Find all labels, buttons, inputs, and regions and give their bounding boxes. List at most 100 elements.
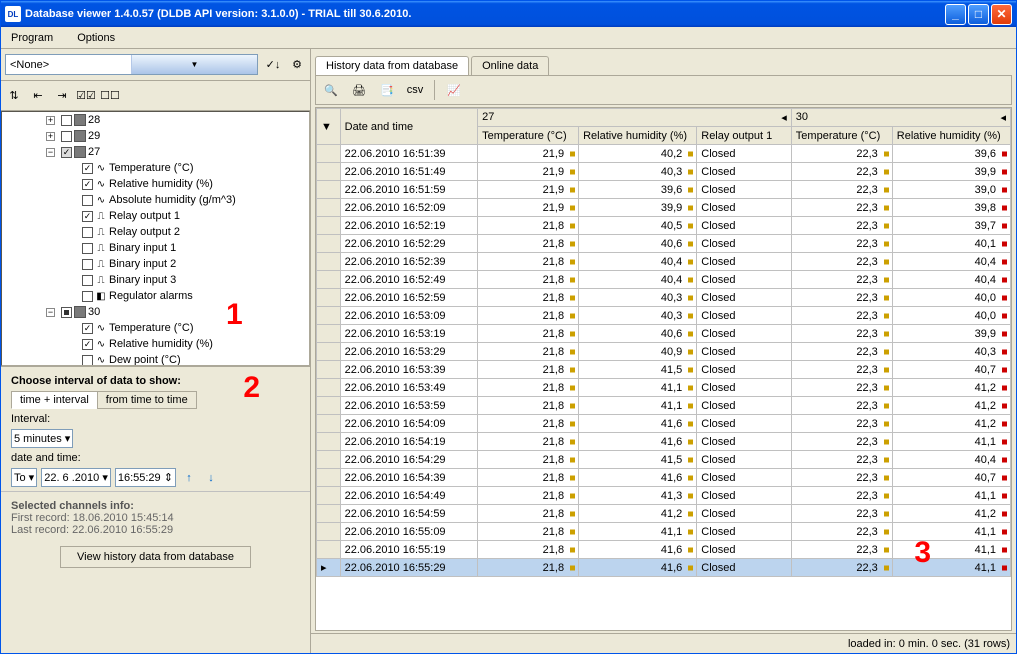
table-row[interactable]: 22.06.2010 16:52:39 21,8 40,4 Closed 22,…: [317, 253, 1011, 271]
table-row[interactable]: 22.06.2010 16:53:39 21,8 41,5 Closed 22,…: [317, 361, 1011, 379]
table-row[interactable]: 22.06.2010 16:54:49 21,8 41,3 Closed 22,…: [317, 487, 1011, 505]
zoom-icon[interactable]: 🔍: [322, 81, 340, 99]
check-27-ro2[interactable]: [82, 227, 93, 238]
minimize-button[interactable]: _: [945, 4, 966, 25]
export-csv-icon[interactable]: csv: [406, 81, 424, 99]
check-30[interactable]: [61, 307, 72, 318]
table-row[interactable]: 22.06.2010 16:54:19 21,8 41,6 Closed 22,…: [317, 433, 1011, 451]
table-row[interactable]: 22.06.2010 16:52:19 21,8 40,5 Closed 22,…: [317, 217, 1011, 235]
table-row[interactable]: 22.06.2010 16:55:19 21,8 41,6 Closed 22,…: [317, 541, 1011, 559]
expand-all-icon[interactable]: ⇅: [5, 87, 23, 105]
check-27-bi2[interactable]: [82, 259, 93, 270]
expand-icon[interactable]: ⇥: [53, 87, 71, 105]
tree-27-bi1[interactable]: Binary input 1: [109, 242, 176, 254]
tree-27-bi3[interactable]: Binary input 3: [109, 274, 176, 286]
table-row[interactable]: 22.06.2010 16:54:09 21,8 41,6 Closed 22,…: [317, 415, 1011, 433]
table-row[interactable]: 22.06.2010 16:52:29 21,8 40,6 Closed 22,…: [317, 235, 1011, 253]
interval-select[interactable]: 5 minutes ▾: [11, 429, 73, 448]
table-row[interactable]: 22.06.2010 16:55:09 21,8 41,1 Closed 22,…: [317, 523, 1011, 541]
tree-node-27[interactable]: 27: [88, 146, 100, 158]
check-30-dp[interactable]: [82, 355, 93, 366]
check-27-temp[interactable]: [82, 163, 93, 174]
table-row[interactable]: 22.06.2010 16:52:49 21,8 40,4 Closed 22,…: [317, 271, 1011, 289]
check-27-rh[interactable]: [82, 179, 93, 190]
col-30-rh[interactable]: Relative humidity (%): [892, 127, 1010, 145]
print-icon[interactable]: 🖨: [350, 81, 368, 99]
tree-30-temp[interactable]: Temperature (°C): [109, 322, 193, 334]
table-row[interactable]: 22.06.2010 16:54:59 21,8 41,2 Closed 22,…: [317, 505, 1011, 523]
check-30-temp[interactable]: [82, 323, 93, 334]
tab-time-interval[interactable]: time + interval: [11, 391, 98, 409]
collapse-icon[interactable]: ⇤: [29, 87, 47, 105]
table-row[interactable]: 22.06.2010 16:53:29 21,8 40,9 Closed 22,…: [317, 343, 1011, 361]
row-header[interactable]: [317, 145, 341, 163]
check-27-ra[interactable]: [82, 291, 93, 302]
table-row[interactable]: 22.06.2010 16:51:59 21,9 39,6 Closed 22,…: [317, 181, 1011, 199]
table-row[interactable]: 22.06.2010 16:51:39 21,9 40,2 Closed 22,…: [317, 145, 1011, 163]
down-arrow-icon[interactable]: ↓: [202, 469, 220, 487]
tree-27-rh[interactable]: Relative humidity (%): [109, 178, 213, 190]
date-picker[interactable]: 22. 6 .2010 ▾: [41, 468, 111, 487]
tree-27-bi2[interactable]: Binary input 2: [109, 258, 176, 270]
tab-history-data[interactable]: History data from database: [315, 56, 469, 75]
titlebar[interactable]: DL Database viewer 1.4.0.57 (DLDB API ve…: [1, 1, 1016, 27]
expand-node-28[interactable]: +: [46, 116, 55, 125]
expand-node-29[interactable]: +: [46, 132, 55, 141]
export-xls-icon[interactable]: 📑: [378, 81, 396, 99]
col-27-ro[interactable]: Relay output 1: [697, 127, 792, 145]
tab-from-to[interactable]: from time to time: [97, 391, 197, 409]
menu-program[interactable]: Program: [5, 30, 59, 46]
tree-27-ah[interactable]: Absolute humidity (g/m^3): [109, 194, 236, 206]
table-row[interactable]: 22.06.2010 16:53:19 21,8 40,6 Closed 22,…: [317, 325, 1011, 343]
row-header[interactable]: [317, 469, 341, 487]
tree-node-30[interactable]: 30: [88, 306, 100, 318]
uncheck-all-icon[interactable]: ☐☐: [101, 87, 119, 105]
data-grid[interactable]: ▼ Date and time 27◂ 30◂ Temperature (°C)…: [315, 107, 1012, 631]
tree-27-temp[interactable]: Temperature (°C): [109, 162, 193, 174]
row-header[interactable]: [317, 217, 341, 235]
direction-select[interactable]: To ▾: [11, 468, 37, 487]
row-header[interactable]: [317, 397, 341, 415]
check-all-icon[interactable]: ☑☑: [77, 87, 95, 105]
device-tree[interactable]: +28 +29 −27 ∿Temperature (°C) ∿Relative …: [1, 111, 310, 366]
chart-icon[interactable]: 📈: [445, 81, 463, 99]
filter-combo[interactable]: <None> ▼: [5, 54, 258, 75]
table-row[interactable]: 22.06.2010 16:52:59 21,8 40,3 Closed 22,…: [317, 289, 1011, 307]
tree-27-ro1[interactable]: Relay output 1: [109, 210, 180, 222]
tree-30-rh[interactable]: Relative humidity (%): [109, 338, 213, 350]
view-history-button[interactable]: View history data from database: [60, 546, 251, 568]
check-29[interactable]: [61, 131, 72, 142]
row-header[interactable]: [317, 253, 341, 271]
row-selector-header[interactable]: ▼: [317, 109, 341, 145]
collapse-node-30[interactable]: −: [46, 308, 55, 317]
row-header[interactable]: [317, 433, 341, 451]
row-header[interactable]: [317, 541, 341, 559]
row-header[interactable]: [317, 343, 341, 361]
close-button[interactable]: ✕: [991, 4, 1012, 25]
table-row[interactable]: 22.06.2010 16:52:09 21,9 39,9 Closed 22,…: [317, 199, 1011, 217]
row-header[interactable]: [317, 199, 341, 217]
row-header[interactable]: [317, 505, 341, 523]
menu-options[interactable]: Options: [71, 30, 121, 46]
col-30-temp[interactable]: Temperature (°C): [791, 127, 892, 145]
up-arrow-icon[interactable]: ↑: [180, 469, 198, 487]
col-group-27[interactable]: 27◂: [478, 109, 792, 127]
check-27-ro1[interactable]: [82, 211, 93, 222]
table-row[interactable]: 22.06.2010 16:53:59 21,8 41,1 Closed 22,…: [317, 397, 1011, 415]
check-28[interactable]: [61, 115, 72, 126]
tree-node-28[interactable]: 28: [88, 114, 100, 126]
table-row[interactable]: 22.06.2010 16:54:39 21,8 41,6 Closed 22,…: [317, 469, 1011, 487]
table-row[interactable]: 22.06.2010 16:53:09 21,8 40,3 Closed 22,…: [317, 307, 1011, 325]
row-header[interactable]: ▸: [317, 559, 341, 577]
chevron-down-icon[interactable]: ▼: [131, 55, 257, 74]
collapse-node-27[interactable]: −: [46, 148, 55, 157]
tab-online-data[interactable]: Online data: [471, 56, 549, 75]
col-group-30[interactable]: 30◂: [791, 109, 1010, 127]
row-header[interactable]: [317, 307, 341, 325]
check-27[interactable]: [61, 147, 72, 158]
row-header[interactable]: [317, 181, 341, 199]
col-datetime[interactable]: Date and time: [340, 109, 478, 145]
table-row[interactable]: 22.06.2010 16:53:49 21,8 41,1 Closed 22,…: [317, 379, 1011, 397]
filter-settings-icon[interactable]: ⚙: [288, 56, 306, 74]
row-header[interactable]: [317, 163, 341, 181]
